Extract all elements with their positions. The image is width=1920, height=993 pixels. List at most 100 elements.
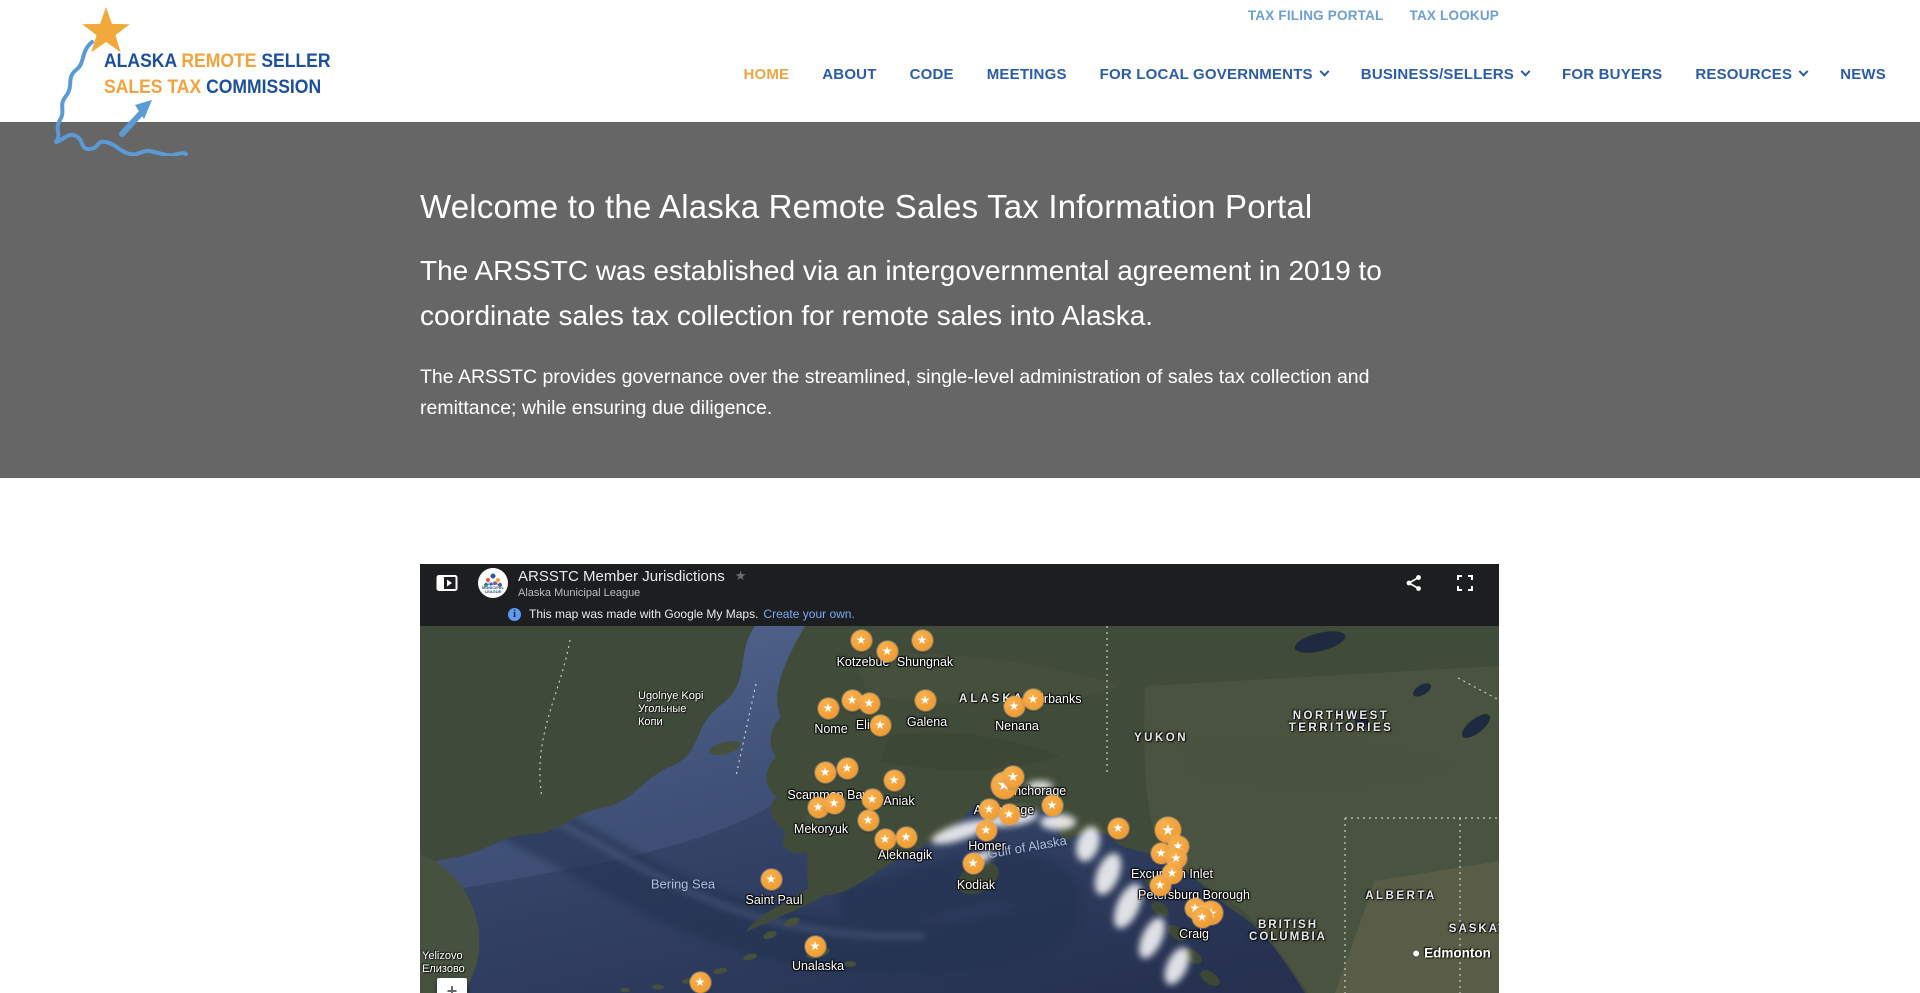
favorite-star-icon[interactable]: ★ xyxy=(735,568,747,584)
nav-item-label: HOME xyxy=(743,66,789,83)
map-marker-star[interactable]: ★ xyxy=(1192,907,1213,928)
map-marker-star[interactable]: ★ xyxy=(824,793,845,814)
map-attribution-bar: i This map was made with Google My Maps.… xyxy=(420,602,1499,626)
map-title: ARSSTC Member Jurisdictions xyxy=(518,568,725,585)
logo-word: SELLER xyxy=(261,50,330,72)
map-place-label: Craig xyxy=(1179,927,1209,941)
map-marker-star[interactable]: ★ xyxy=(1004,696,1025,717)
map-marker-star[interactable]: ★ xyxy=(999,804,1020,825)
nav-item-label: FOR LOCAL GOVERNMENTS xyxy=(1100,66,1313,83)
map-canvas[interactable]: KotzebueShungnakNomeElimGalenaNenanaFair… xyxy=(420,626,1499,993)
map-marker-star[interactable]: ★ xyxy=(815,762,836,783)
map-marker-star[interactable]: ★ xyxy=(1042,795,1063,816)
map-marker-star[interactable]: ★ xyxy=(875,829,896,850)
logo-wordmark: ALASKA REMOTE SELLER SALES TAX COMMISSIO… xyxy=(104,48,331,100)
page: ALASKA REMOTE SELLER SALES TAX COMMISSIO… xyxy=(0,0,1920,993)
nav-item-home[interactable]: HOME xyxy=(743,66,789,83)
map-marker-star[interactable]: ★ xyxy=(859,693,880,714)
map-marker-star[interactable]: ★ xyxy=(761,869,782,890)
chevron-down-icon xyxy=(1799,67,1809,77)
map-marker-star[interactable]: ★ xyxy=(690,972,711,993)
map-header-actions xyxy=(1405,574,1499,592)
map-markers-layer: ★★★★★★★★★★★★★★★★★★★★★★★★★★★★★★★★★★★★★★★ xyxy=(420,626,1499,993)
map-marker-star[interactable]: ★ xyxy=(858,810,879,831)
nav-item-label: RESOURCES xyxy=(1695,66,1792,83)
map-place-label: Mekoryuk xyxy=(794,822,848,836)
nav-item-label: CODE xyxy=(910,66,954,83)
map-small-label: Ugolnye Kopi Угольные Копи xyxy=(638,690,703,729)
nav-item-for-local-governments[interactable]: FOR LOCAL GOVERNMENTS xyxy=(1100,66,1328,83)
map-marker-star[interactable]: ★ xyxy=(1150,875,1171,896)
map-marker-star[interactable]: ★ xyxy=(837,758,858,779)
map-city-label: Edmonton xyxy=(1413,946,1491,961)
info-icon[interactable]: i xyxy=(508,608,521,621)
map-region-label: BRITISH COLUMBIA xyxy=(1249,919,1327,943)
map-marker-star[interactable]: ★ xyxy=(915,690,936,711)
nav-item-meetings[interactable]: MEETINGS xyxy=(987,66,1067,83)
nav-item-for-buyers[interactable]: FOR BUYERS xyxy=(1562,66,1662,83)
map-marker-star[interactable]: ★ xyxy=(851,630,872,651)
site-logo[interactable]: ALASKA REMOTE SELLER SALES TAX COMMISSIO… xyxy=(34,4,294,156)
map-marker-star[interactable]: ★ xyxy=(805,936,826,957)
chevron-down-icon xyxy=(1521,67,1531,77)
map-place-label: Kodiak xyxy=(957,878,995,892)
map-region-label: YUKON xyxy=(1134,732,1188,744)
nav-item-label: NEWS xyxy=(1840,66,1886,83)
hero-section: Welcome to the Alaska Remote Sales Tax I… xyxy=(0,122,1920,478)
google-my-maps-embed: ALASKA MUNICIPAL LEAGUE ARSSTC Member Ju… xyxy=(420,564,1499,993)
map-marker-star[interactable]: ★ xyxy=(877,641,898,662)
map-place-label: Nenana xyxy=(995,719,1039,733)
share-icon[interactable] xyxy=(1405,574,1423,592)
map-region-label: NORTHWEST TERRITORIES xyxy=(1289,710,1394,734)
map-place-label: Nome xyxy=(814,722,847,736)
map-marker-star[interactable]: ★ xyxy=(884,770,905,791)
avatar-caption: ALASKA MUNICIPAL LEAGUE xyxy=(478,582,508,594)
nav-item-news[interactable]: NEWS xyxy=(1840,66,1886,83)
logo-word: SALES TAX xyxy=(104,76,201,98)
hero-content: Welcome to the Alaska Remote Sales Tax I… xyxy=(420,122,1480,424)
map-marker-star[interactable]: ★ xyxy=(912,630,933,651)
map-small-label: Yelizovo Елизово xyxy=(422,950,465,976)
map-marker-star[interactable]: ★ xyxy=(1002,766,1024,788)
nav-item-label: ABOUT xyxy=(822,66,876,83)
map-marker-star[interactable]: ★ xyxy=(1023,689,1044,710)
map-place-label: Saint Paul xyxy=(746,893,803,907)
map-marker-star[interactable]: ★ xyxy=(862,789,883,810)
map-region-label: SASKAT xyxy=(1449,923,1499,935)
nav-item-resources[interactable]: RESOURCES xyxy=(1695,66,1807,83)
open-side-panel-icon[interactable] xyxy=(436,574,458,592)
utility-link-tax-lookup[interactable]: TAX LOOKUP xyxy=(1410,8,1500,23)
map-marker-star[interactable]: ★ xyxy=(896,827,917,848)
map-marker-star[interactable]: ★ xyxy=(818,698,839,719)
utility-link-tax-filing-portal[interactable]: TAX FILING PORTAL xyxy=(1248,8,1384,23)
map-marker-star[interactable]: ★ xyxy=(979,799,1000,820)
nav-item-code[interactable]: CODE xyxy=(910,66,954,83)
map-marker-star[interactable]: ★ xyxy=(976,820,997,841)
avatar[interactable]: ALASKA MUNICIPAL LEAGUE xyxy=(478,568,508,598)
map-place-label: Aniak xyxy=(883,794,914,808)
map-water-label: Bering Sea xyxy=(651,877,715,892)
nav-item-about[interactable]: ABOUT xyxy=(822,66,876,83)
nav-item-business-sellers[interactable]: BUSINESS/SELLERS xyxy=(1361,66,1529,83)
site-header: ALASKA REMOTE SELLER SALES TAX COMMISSIO… xyxy=(0,0,1920,122)
map-place-label: Shungnak xyxy=(897,655,953,669)
create-your-own-link[interactable]: Create your own. xyxy=(763,607,854,621)
map-place-label: Galena xyxy=(907,715,947,729)
hero-subtitle: The ARSSTC was established via an interg… xyxy=(420,248,1420,338)
hero-body-text: The ARSSTC provides governance over the … xyxy=(420,362,1465,424)
map-place-label: Aleknagik xyxy=(878,848,932,862)
map-marker-star[interactable]: ★ xyxy=(963,853,984,874)
fullscreen-icon[interactable] xyxy=(1457,575,1473,591)
map-title-block: ARSSTC Member Jurisdictions ★ Alaska Mun… xyxy=(518,568,746,599)
map-marker-star[interactable]: ★ xyxy=(1108,818,1129,839)
nav-item-label: FOR BUYERS xyxy=(1562,66,1662,83)
city-label-text: Edmonton xyxy=(1424,946,1491,961)
page-title: Welcome to the Alaska Remote Sales Tax I… xyxy=(420,186,1480,228)
map-place-label: Unalaska xyxy=(792,959,844,973)
map-zoom-control[interactable]: + xyxy=(437,978,467,993)
map-place-label: Homer xyxy=(968,839,1006,853)
zoom-in-button[interactable]: + xyxy=(447,978,458,993)
utility-nav: TAX FILING PORTAL TAX LOOKUP xyxy=(1248,8,1499,23)
map-marker-star[interactable]: ★ xyxy=(870,715,891,736)
nav-item-label: MEETINGS xyxy=(987,66,1067,83)
